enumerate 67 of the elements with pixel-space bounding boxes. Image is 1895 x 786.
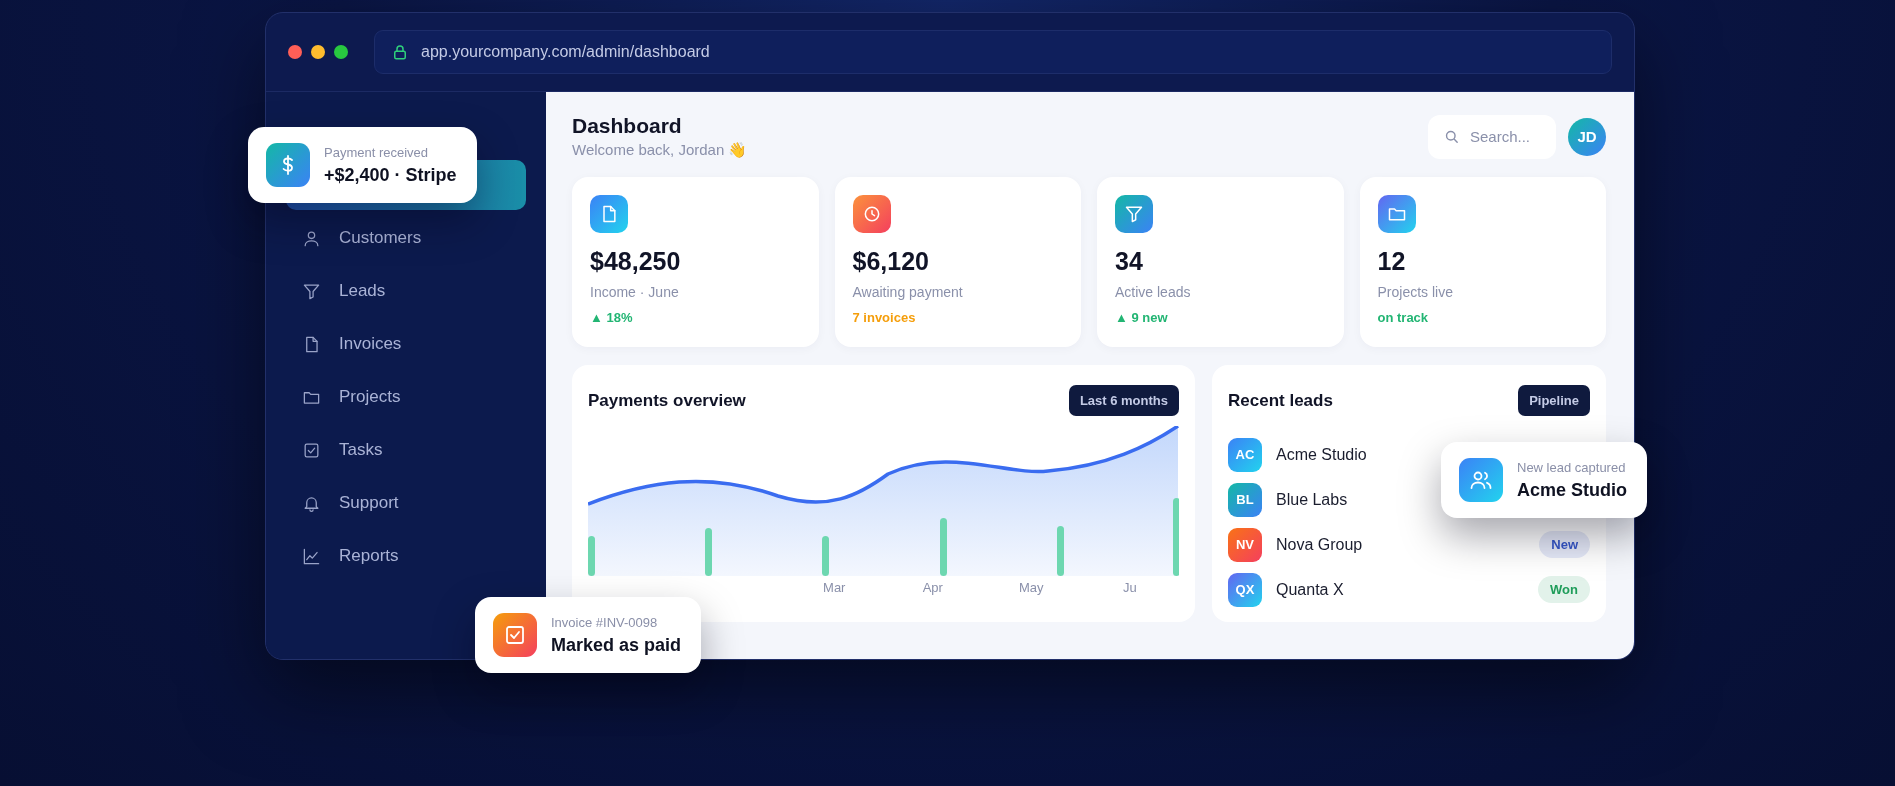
line-chart-icon xyxy=(302,546,321,566)
panel-title: Recent leads xyxy=(1228,390,1333,411)
axis-label: Apr xyxy=(922,580,943,595)
toast-message: Marked as paid xyxy=(551,634,682,656)
stat-value: $6,120 xyxy=(852,247,930,276)
sidebar-item-label: Leads xyxy=(339,281,386,301)
status-badge: New xyxy=(1539,531,1590,558)
stat-note: 7 invoices xyxy=(852,310,917,325)
funnel-icon xyxy=(1124,204,1144,224)
stat-note: ▲ 18% xyxy=(590,310,634,325)
welcome-text: Welcome back, Jordan 👋 xyxy=(572,141,748,159)
sidebar-item[interactable]: Support xyxy=(286,478,526,528)
lead-name: Acme Studio xyxy=(1276,445,1368,464)
sidebar-item-label: Projects xyxy=(339,387,401,407)
url-text: app.yourcompany.com/admin/dashboard xyxy=(421,43,710,61)
sidebar-item[interactable]: Customers xyxy=(286,213,526,263)
sidebar-item[interactable]: Tasks xyxy=(286,425,526,475)
checkbox-icon xyxy=(503,623,527,647)
sidebar-item-label: Reports xyxy=(339,546,399,566)
lead-avatar: AC xyxy=(1228,437,1262,472)
toast-caption: Invoice #INV-0098 xyxy=(551,614,659,630)
status-badge: Won xyxy=(1538,576,1590,603)
range-button[interactable]: Last 6 months xyxy=(1068,385,1179,416)
lead-name: Blue Labs xyxy=(1276,490,1349,509)
toast-message: +$2,400 · Stripe xyxy=(324,164,457,186)
stat-note: ▲ 9 new xyxy=(1115,310,1169,325)
window-control-dot[interactable] xyxy=(311,45,325,59)
sidebar-item[interactable]: Projects xyxy=(286,372,526,422)
stat-value: $48,250 xyxy=(590,247,682,276)
lead-avatar: NV xyxy=(1228,527,1262,562)
sidebar-item-label: Tasks xyxy=(339,440,383,460)
stat-note: on track xyxy=(1377,310,1430,325)
lead-name: Quanta X xyxy=(1276,580,1345,599)
window-control-dot[interactable] xyxy=(334,45,348,59)
sidebar-item-label: Customers xyxy=(339,228,422,248)
chart-bar xyxy=(588,536,595,576)
stat-label: Awaiting payment xyxy=(852,284,964,300)
axis-label: May xyxy=(1018,580,1044,595)
address-bar[interactable]: app.yourcompany.com/admin/dashboard xyxy=(374,30,1612,74)
sidebar-item[interactable]: Leads xyxy=(286,266,526,316)
chart-bar xyxy=(940,518,947,576)
toast-caption: New lead captured xyxy=(1517,459,1627,475)
search-field[interactable]: Search... xyxy=(1428,114,1556,159)
lead-avatar: BL xyxy=(1228,482,1262,517)
stat-value: 12 xyxy=(1377,247,1407,276)
chart-bar xyxy=(1057,526,1064,576)
axis-label: Mar xyxy=(823,580,846,595)
axis-label: Ju xyxy=(1122,580,1137,595)
sidebar-item-label: Invoices xyxy=(339,334,402,354)
stat-label: Income · June xyxy=(590,284,680,300)
sidebar-item-label: Support xyxy=(339,493,399,513)
stat-value: 34 xyxy=(1115,247,1144,276)
page-title: Dashboard xyxy=(572,114,683,138)
sidebar-item[interactable]: Reports xyxy=(286,531,526,581)
pipeline-button[interactable]: Pipeline xyxy=(1518,385,1590,416)
stat-label: Projects live xyxy=(1377,284,1454,300)
lock-icon xyxy=(391,43,409,61)
sidebar-item[interactable]: Invoices xyxy=(286,319,526,369)
toast-message: Acme Studio xyxy=(1517,479,1627,501)
lead-avatar: QX xyxy=(1228,572,1262,607)
window-control-dot[interactable] xyxy=(288,45,302,59)
toast-caption: Payment received xyxy=(324,144,430,160)
stat-label: Active leads xyxy=(1115,284,1192,300)
chart-bar xyxy=(705,528,712,576)
lead-name: Nova Group xyxy=(1276,535,1364,554)
chart-bar xyxy=(822,536,829,576)
panel-title: Payments overview xyxy=(588,390,746,411)
